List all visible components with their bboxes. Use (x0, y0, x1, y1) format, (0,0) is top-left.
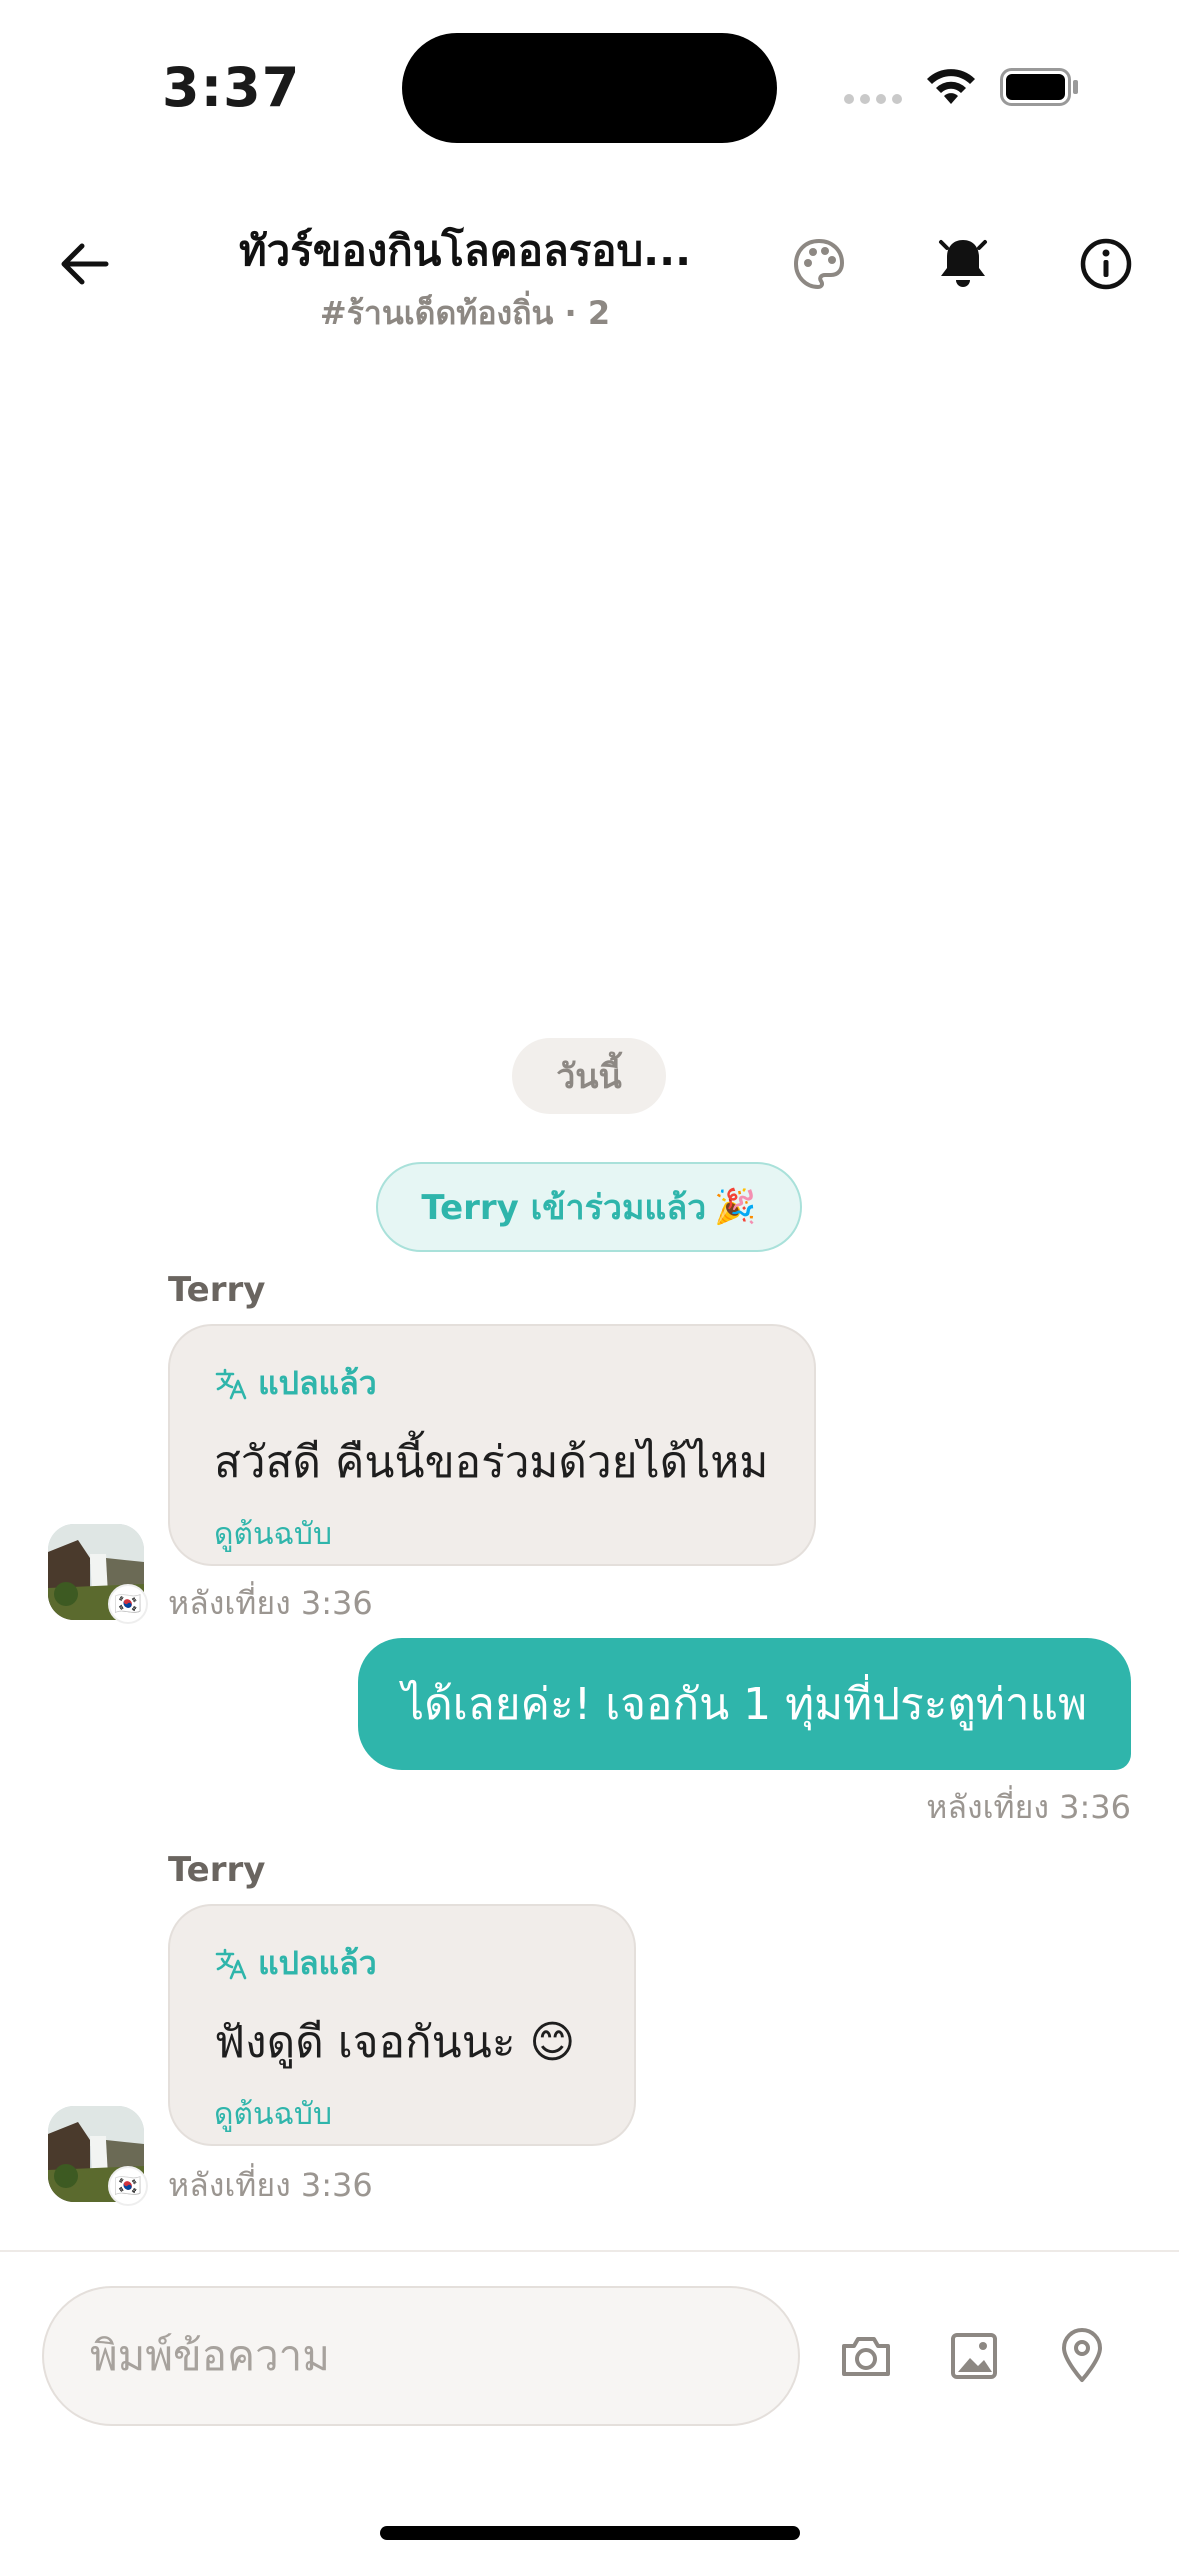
palette-icon (793, 238, 845, 290)
chat-subtitle: #ร้านเด็ดท้องถิ่น · 2 (319, 294, 611, 332)
incoming-message-bubble[interactable]: แปลแล้ว ฟังดูดี เจอกันนะ 😊 ดูต้นฉบับ (168, 1904, 636, 2146)
message-composer: พิมพ์ข้อความ (0, 2250, 1179, 2556)
translate-icon (215, 1368, 247, 1399)
date-divider: วันนี้ (512, 1038, 666, 1114)
translated-label: แปลแล้ว (258, 1944, 377, 1982)
incoming-message-bubble[interactable]: แปลแล้ว สวัสดี คืนนี้ขอร่วมด้วยได้ไหม ดู… (168, 1324, 816, 1566)
back-button[interactable] (48, 228, 120, 300)
message-sender: Terry (168, 1270, 266, 1310)
message-text: ได้เลยค่ะ! เจอกัน 1 ทุ่มที่ประตูท่าแพ (402, 1679, 1087, 1730)
dynamic-island (402, 33, 777, 143)
join-notice: Terry เข้าร่วมแล้ว 🎉 (376, 1162, 802, 1252)
translated-indicator: แปลแล้ว (214, 1938, 590, 1989)
camera-icon (842, 2337, 890, 2376)
message-timestamp: หลังเที่ยง 3:36 (168, 1584, 373, 1622)
join-notice-text: Terry เข้าร่วมแล้ว (421, 1188, 707, 1228)
country-flag-badge: 🇰🇷 (108, 2166, 148, 2206)
status-time: 3:37 (162, 56, 301, 119)
message-text: สวัสดี คืนนี้ขอร่วมด้วยได้ไหม (214, 1437, 769, 1488)
message-timestamp: หลังเที่ยง 3:36 (926, 1788, 1131, 1826)
country-flag-badge: 🇰🇷 (108, 1584, 148, 1624)
translate-icon (215, 1948, 247, 1979)
party-popper-emoji: 🎉 (714, 1187, 757, 1227)
theme-button[interactable] (783, 228, 855, 300)
gallery-button[interactable] (934, 2316, 1014, 2396)
wifi-icon (927, 69, 975, 104)
flag-emoji: 🇰🇷 (114, 2173, 142, 2199)
cellular-signal-icon (844, 94, 902, 104)
location-pin-icon (1062, 2328, 1102, 2382)
chat-header: ทัวร์ของกินโลคอลรอบ... #ร้านเด็ดท้องถิ่น… (0, 176, 1179, 351)
chat-title-block[interactable]: ทัวร์ของกินโลคอลรอบ... #ร้านเด็ดท้องถิ่น… (190, 218, 740, 339)
message-timestamp: หลังเที่ยง 3:36 (168, 2166, 373, 2204)
translated-indicator: แปลแล้ว (214, 1358, 770, 1409)
view-original-link[interactable]: ดูต้นฉบับ (214, 2091, 590, 2138)
image-icon (951, 2333, 997, 2379)
flag-emoji: 🇰🇷 (114, 1591, 142, 1617)
outgoing-message-bubble[interactable]: ได้เลยค่ะ! เจอกัน 1 ทุ่มที่ประตูท่าแพ (358, 1638, 1131, 1770)
info-icon (1080, 238, 1132, 290)
status-bar: 3:37 (0, 0, 1179, 176)
location-button[interactable] (1042, 2316, 1122, 2396)
view-original-link[interactable]: ดูต้นฉบับ (214, 1511, 770, 1558)
chat-title: ทัวร์ของกินโลคอลรอบ... (238, 226, 692, 275)
message-text: ฟังดูดี เจอกันนะ 😊 (214, 2017, 576, 2068)
back-arrow-icon (61, 243, 109, 285)
message-sender: Terry (168, 1850, 266, 1890)
bell-icon (939, 240, 987, 287)
camera-button[interactable] (826, 2316, 906, 2396)
message-input-placeholder: พิมพ์ข้อความ (90, 2331, 330, 2380)
chat-info-button[interactable] (1070, 228, 1142, 300)
battery-icon (1000, 68, 1078, 106)
home-indicator[interactable] (380, 2526, 800, 2540)
message-input[interactable]: พิมพ์ข้อความ (42, 2286, 800, 2426)
notifications-button[interactable] (927, 228, 999, 300)
translated-label: แปลแล้ว (258, 1364, 377, 1402)
